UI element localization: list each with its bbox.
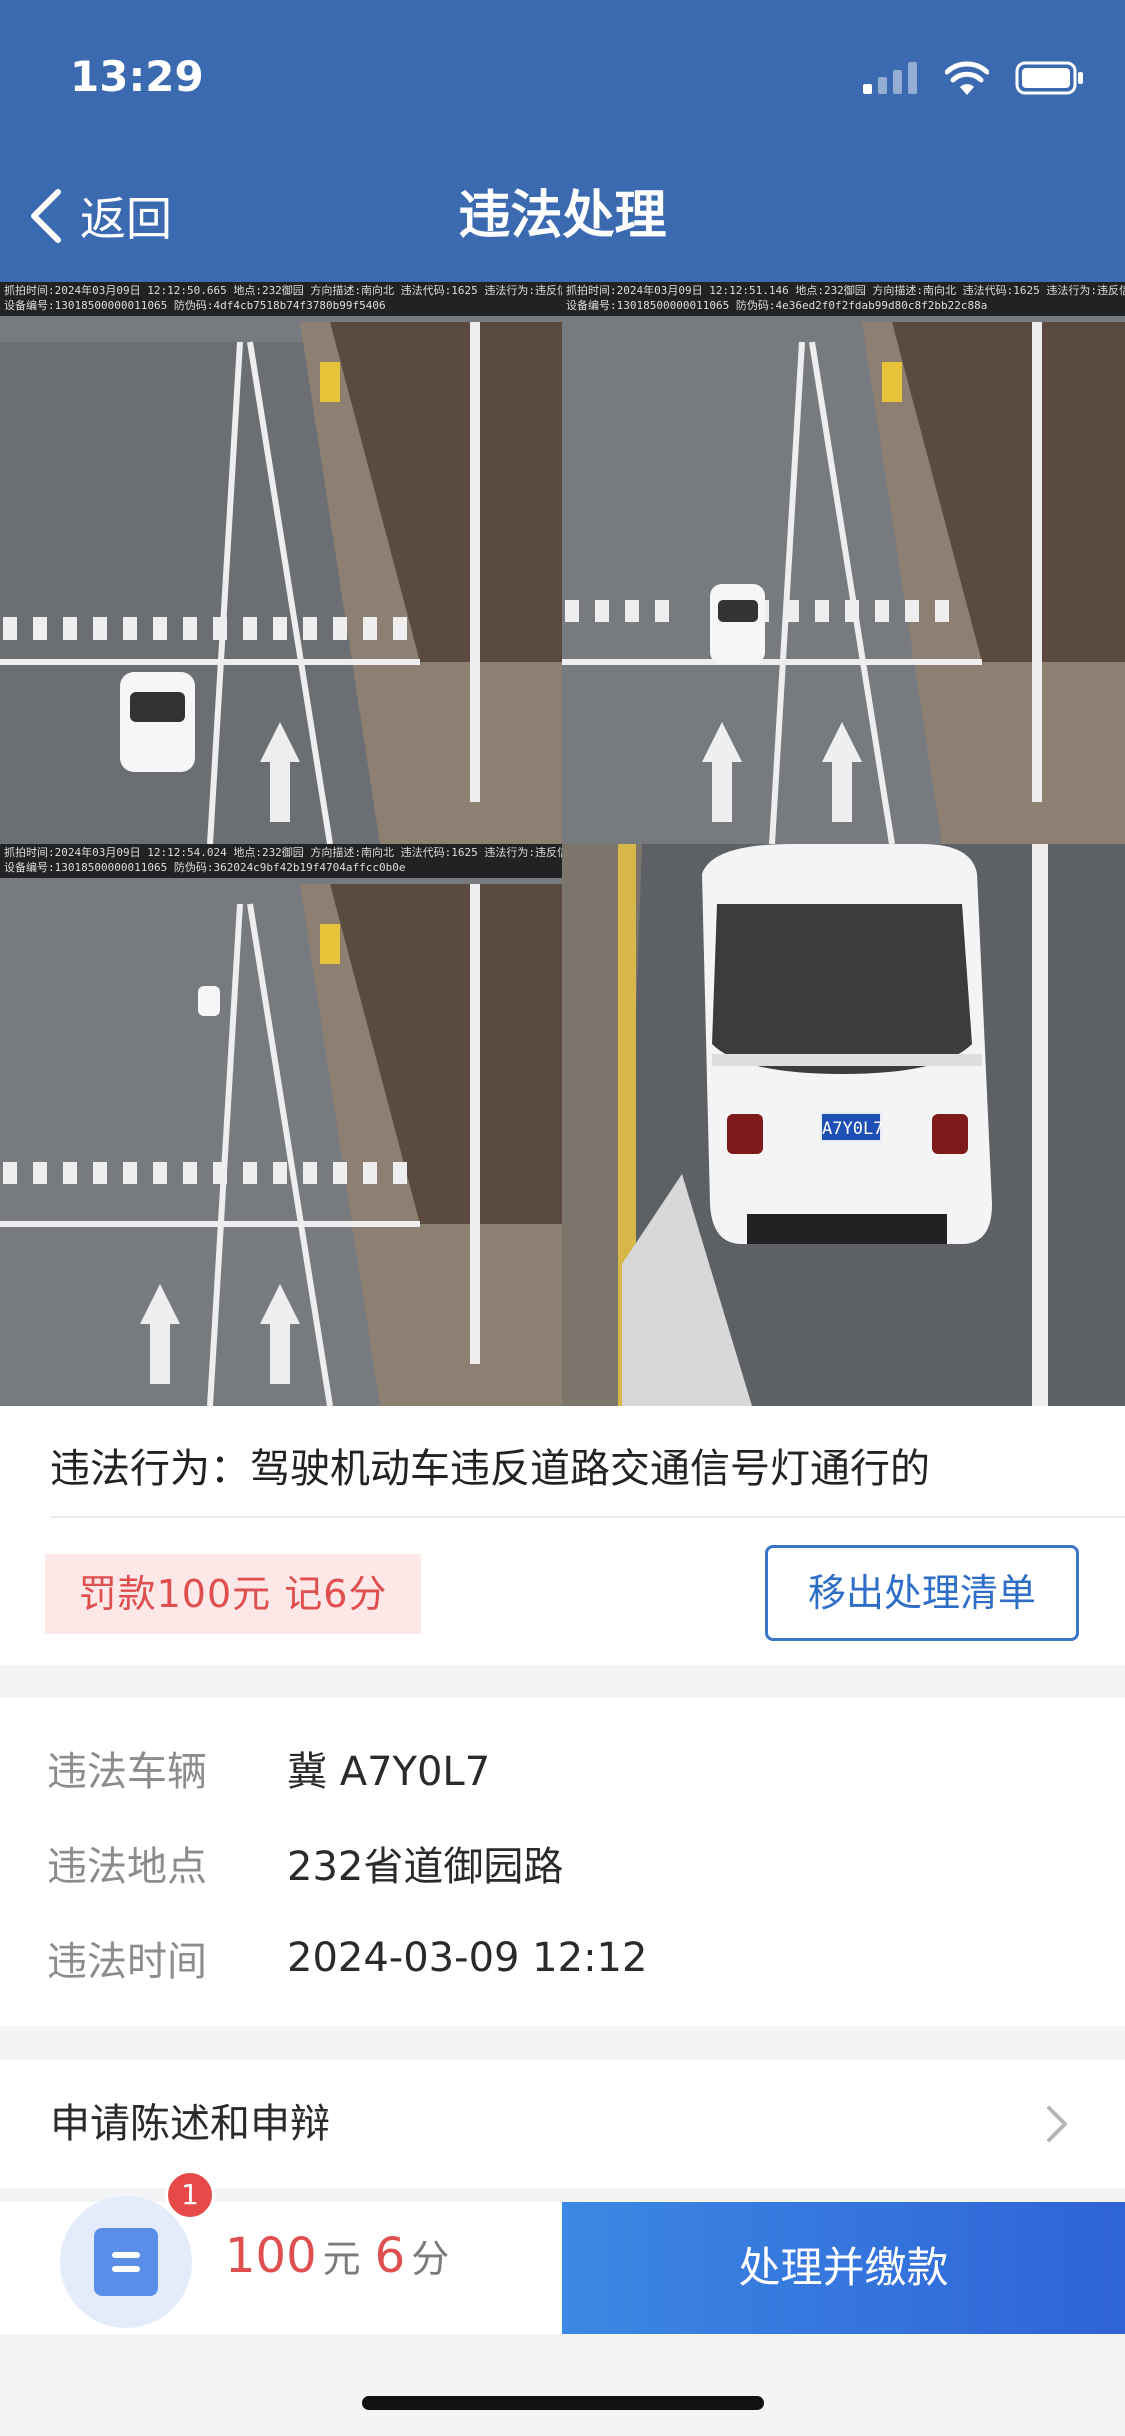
home-indicator [362, 2396, 764, 2410]
fine-amount: 100 [225, 2228, 317, 2284]
caption-line: 抓拍时间:2024年03月09日 12:12:54.024 地点:232御园 方… [4, 846, 562, 859]
evidence-photo-grid: 抓拍时间:2024年03月09日 12:12:50.665 地点:232御园 方… [0, 282, 1125, 1406]
battery-icon [1015, 61, 1083, 95]
detail-value: 冀 A7Y0L7 [287, 1749, 491, 1795]
detail-label: 违法时间 [47, 1939, 207, 1985]
points-value: 6 [374, 2228, 406, 2284]
caption-line: 设备编号:13018500000011065 防伪码:4df4cb7518b74… [4, 299, 386, 312]
detail-value: 232省道御园路 [287, 1844, 564, 1890]
photo-caption: 抓拍时间:2024年03月09日 12:12:54.024 地点:232御园 方… [0, 844, 562, 878]
appeal-label: 申请陈述和申辩 [50, 2101, 330, 2147]
violation-behavior: 违法行为：驾驶机动车违反道路交通信号灯通行的 [50, 1446, 930, 1492]
divider [50, 1516, 1125, 1518]
chevron-right-icon [1047, 2106, 1067, 2142]
violation-details: 违法车辆 冀 A7Y0L7 违法地点 232省道御园路 违法时间 2024-03… [0, 1698, 1125, 2026]
detail-row-time: 违法时间 2024-03-09 12:12 [47, 1928, 647, 1988]
app-header: 13:29 返回 违法处理 [0, 0, 1125, 282]
caption-line: 设备编号:13018500000011065 防伪码:362024c9bf42b… [4, 861, 406, 874]
license-plate: A7Y0L7 [820, 1112, 883, 1142]
penalty-badge: 罚款100元 记6分 [45, 1554, 421, 1634]
process-and-pay-button[interactable]: 处理并缴款 [562, 2202, 1125, 2334]
evidence-photo-3[interactable]: 抓拍时间:2024年03月09日 12:12:54.024 地点:232御园 方… [0, 844, 562, 1406]
evidence-photo-1[interactable]: 抓拍时间:2024年03月09日 12:12:50.665 地点:232御园 方… [0, 282, 562, 844]
wifi-icon [945, 61, 989, 95]
photo-caption: 抓拍时间:2024年03月09日 12:12:50.665 地点:232御园 方… [0, 282, 562, 316]
payment-summary: 100 元 6 分 [225, 2228, 463, 2308]
detail-label: 违法车辆 [47, 1749, 207, 1795]
caption-line: 抓拍时间:2024年03月09日 12:12:50.665 地点:232御园 方… [4, 284, 562, 297]
signal-icon [863, 62, 917, 94]
detail-row-vehicle: 违法车辆 冀 A7Y0L7 [47, 1738, 490, 1798]
cart-count-badge: 1 [165, 2170, 215, 2220]
caption-line: 设备编号:13018500000011065 防伪码:4e36ed2f0f2fd… [566, 299, 988, 312]
remove-from-list-button[interactable]: 移出处理清单 [765, 1545, 1079, 1641]
caption-line: 抓拍时间:2024年03月09日 12:12:51.146 地点:232御园 方… [566, 284, 1125, 297]
status-icons [863, 58, 1085, 98]
status-time: 13:29 [70, 52, 204, 101]
evidence-photo-2[interactable]: 抓拍时间:2024年03月09日 12:12:51.146 地点:232御园 方… [562, 282, 1125, 844]
page-title: 违法处理 [458, 186, 667, 246]
points-unit: 分 [411, 2237, 450, 2281]
detail-value: 2024-03-09 12:12 [287, 1935, 648, 1981]
appeal-row[interactable]: 申请陈述和申辩 [0, 2060, 1125, 2188]
detail-label: 违法地点 [47, 1844, 207, 1890]
fine-unit: 元 [322, 2237, 361, 2281]
processing-list-button[interactable] [60, 2196, 192, 2328]
list-icon [94, 2228, 158, 2296]
detail-row-location: 违法地点 232省道御园路 [47, 1833, 563, 1893]
photo-caption: 抓拍时间:2024年03月09日 12:12:51.146 地点:232御园 方… [562, 282, 1125, 316]
